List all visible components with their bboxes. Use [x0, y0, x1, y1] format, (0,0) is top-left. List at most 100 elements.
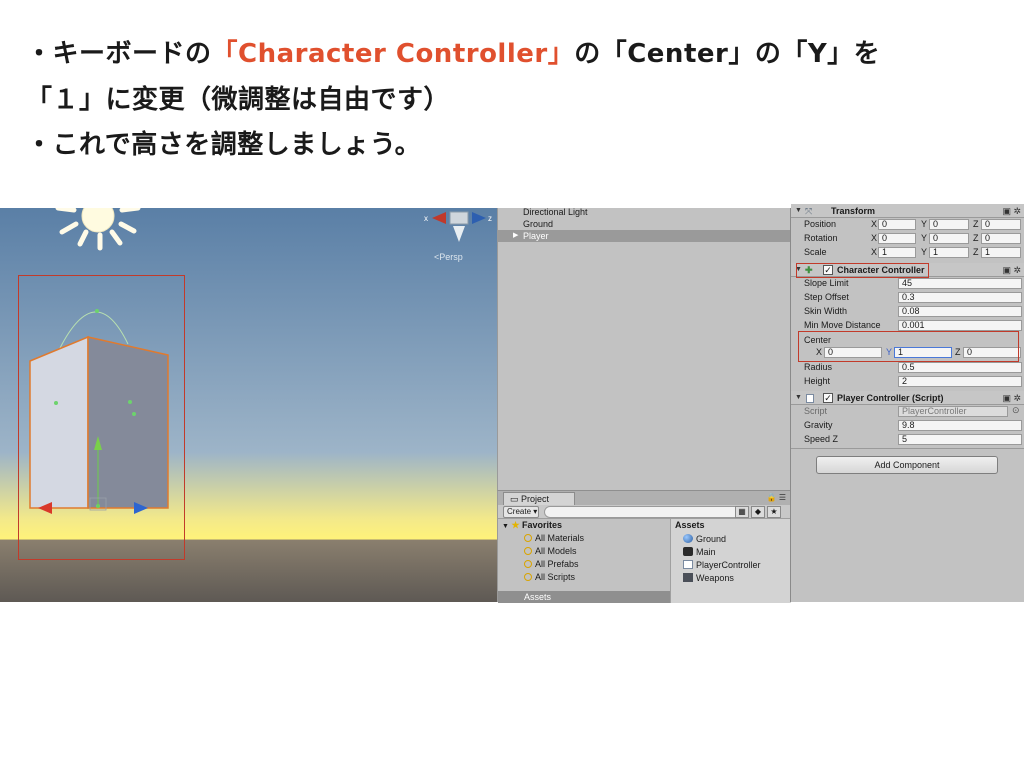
gravity-field[interactable]: 9.8 [898, 420, 1022, 431]
hierarchy-item-label: Ground [523, 219, 554, 229]
rotation-x-field[interactable]: 0 [878, 233, 916, 244]
favorites-pane: ▼ ★ Favorites All Materials All Models A… [498, 519, 670, 603]
script-icon [806, 394, 814, 403]
axis-label: X [871, 233, 878, 243]
axis-label: X [871, 219, 878, 229]
favorite-item[interactable]: All Prefabs [524, 558, 579, 570]
axis-label: Z [973, 247, 979, 257]
object-picker-icon[interactable]: ⊙ [1012, 405, 1020, 416]
favorite-item[interactable]: All Models [524, 545, 577, 557]
hierarchy-item-label: Player [523, 231, 549, 241]
prop-label: Rotation [804, 233, 838, 243]
script-label: Script [804, 406, 828, 416]
slide-line-2: 「１」に変更（微調整は自由です） [26, 85, 451, 115]
tab-project[interactable]: ▭ Project [503, 492, 575, 505]
asset-item-label: Weapons [696, 573, 734, 583]
asset-item-main[interactable]: Main [683, 546, 716, 558]
prop-label: Scale [804, 247, 827, 257]
scale-z-field[interactable]: 1 [981, 247, 1021, 258]
component-settings-icon[interactable]: ▣ ✲ [1002, 391, 1021, 405]
min-move-distance-label: Min Move Distance [804, 320, 881, 330]
slope-limit-field[interactable]: 45 [898, 278, 1022, 289]
assets-root-label: Assets [524, 592, 552, 602]
player-controller-title: Player Controller (Script) [837, 393, 944, 403]
project-toolbar: Create ▾ ▦ ◆ ★ [498, 505, 790, 519]
sphere-material-icon [683, 534, 693, 543]
panel-menu-icon[interactable]: 🔒 ☰ [767, 493, 786, 502]
scale-y-field[interactable]: 1 [929, 247, 969, 258]
scale-x-field[interactable]: 1 [878, 247, 916, 258]
asset-item-weapons[interactable]: Weapons [683, 572, 734, 584]
hierarchy-panel: Directional Light Ground ▶ Player [497, 206, 790, 490]
tab-project-label: Project [521, 494, 550, 504]
asset-item-ground[interactable]: Ground [683, 533, 726, 545]
slide-line-3: ・これで高さを調整しましょう。 [26, 130, 422, 160]
folder-icon [683, 573, 693, 582]
unity-scene-icon [683, 547, 693, 556]
folder-icon: ▭ [510, 494, 519, 504]
star-icon: ★ [511, 520, 520, 530]
collapse-arrow-icon[interactable]: ▼ [502, 523, 509, 530]
gravity-label: Gravity [804, 420, 833, 430]
favorite-item[interactable]: All Scripts [524, 571, 575, 583]
favorite-item-label: All Materials [535, 533, 585, 543]
transform-title: Transform [831, 206, 876, 216]
hierarchy-item-player[interactable]: ▶ Player [498, 230, 790, 242]
scene-view[interactable]: x z <Persp [0, 208, 497, 602]
axis-label: Z [973, 233, 979, 243]
favorite-item-label: All Models [535, 546, 577, 556]
axis-label: Y [921, 219, 928, 229]
highlight-box-center [798, 331, 1019, 362]
speed-z-field[interactable]: 5 [898, 434, 1022, 445]
inspector-panel: ▼ ⤧ Transform ▣ ✲ Position X 0 Y 0 Z 0 R… [790, 204, 1024, 602]
rotation-z-field[interactable]: 0 [981, 233, 1021, 244]
slide-line-1-prefix: ・キーボードの [26, 39, 212, 69]
highlight-box-scene [18, 275, 185, 560]
skin-width-field[interactable]: 0.08 [898, 306, 1022, 317]
height-field[interactable]: 2 [898, 376, 1022, 387]
filter-label-icon[interactable]: ◆ [751, 506, 765, 518]
expand-arrow-icon[interactable]: ▶ [513, 230, 518, 242]
collapse-arrow-icon[interactable]: ▼ [795, 391, 802, 405]
position-x-field[interactable]: 0 [878, 219, 916, 230]
position-z-field[interactable]: 0 [981, 219, 1021, 230]
component-settings-icon[interactable]: ▣ ✲ [1002, 263, 1021, 277]
project-search-input[interactable] [544, 506, 744, 518]
axis-label: Z [973, 219, 979, 229]
enabled-checkbox[interactable]: ✓ [823, 393, 833, 403]
filter-type-icon[interactable]: ▦ [735, 506, 749, 518]
component-settings-icon[interactable]: ▣ ✲ [1002, 204, 1021, 218]
player-controller-header[interactable]: ▼ ✓ Player Controller (Script) ▣ ✲ [791, 391, 1024, 405]
favorite-item[interactable]: All Materials [524, 532, 584, 544]
assets-header: Assets [675, 520, 705, 530]
highlight-box-character-controller [796, 263, 929, 278]
slide-line-1-accent: 「Character Controller」 [211, 39, 575, 69]
favorite-item-label: All Prefabs [535, 559, 579, 569]
script-field: PlayerController [898, 406, 1008, 417]
add-component-button[interactable]: Add Component [816, 456, 998, 474]
slope-limit-label: Slope Limit [804, 278, 849, 288]
hierarchy-item-ground[interactable]: Ground [498, 218, 790, 230]
script-icon [683, 560, 693, 569]
inspector-divider [791, 448, 1024, 449]
step-offset-field[interactable]: 0.3 [898, 292, 1022, 303]
transform-header[interactable]: ▼ ⤧ Transform ▣ ✲ [791, 204, 1024, 218]
create-button-label: Create [507, 507, 532, 516]
position-y-field[interactable]: 0 [929, 219, 969, 230]
step-offset-label: Step Offset [804, 292, 849, 302]
min-move-distance-field[interactable]: 0.001 [898, 320, 1022, 331]
assets-pane: Assets Ground Main PlayerController Weap… [670, 519, 791, 603]
hierarchy-item-directional-light[interactable]: Directional Light [498, 206, 790, 218]
favorites-header[interactable]: ▼ ★ Favorites [498, 519, 670, 532]
create-button[interactable]: Create ▾ [503, 506, 539, 518]
favorite-star-icon[interactable]: ★ [767, 506, 781, 518]
skin-width-label: Skin Width [804, 306, 848, 316]
collapse-arrow-icon[interactable]: ▼ [795, 204, 802, 218]
favorite-item-label: All Scripts [535, 572, 576, 582]
asset-item-label: Ground [696, 534, 727, 544]
radius-field[interactable]: 0.5 [898, 362, 1022, 373]
prop-label: Position [804, 219, 837, 229]
asset-item-playercontroller[interactable]: PlayerController [683, 559, 761, 571]
rotation-y-field[interactable]: 0 [929, 233, 969, 244]
assets-root-item[interactable]: Assets [498, 591, 670, 603]
